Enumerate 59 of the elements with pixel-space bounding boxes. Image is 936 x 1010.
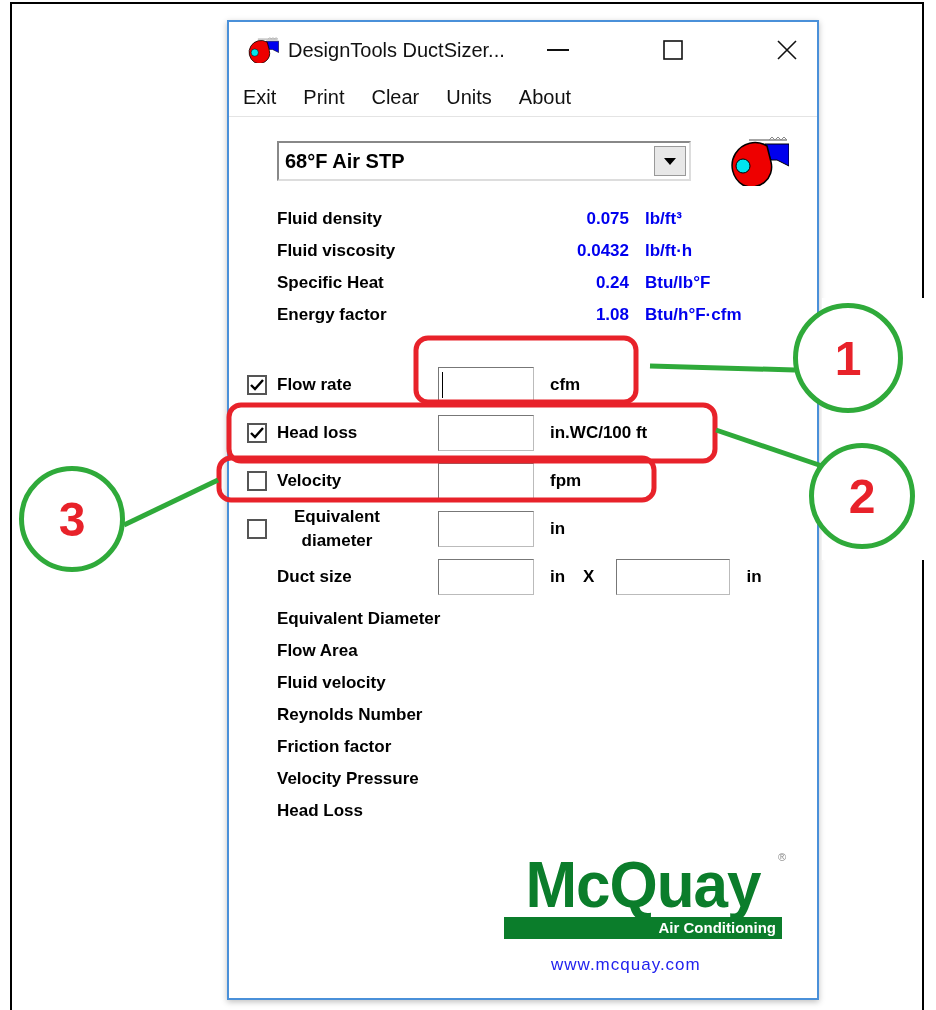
logo-text: McQuay — [524, 853, 762, 917]
logo-tagline: Air Conditioning — [504, 917, 782, 939]
field-label: Equivalent diameter — [293, 506, 381, 552]
website-link[interactable]: www.mcquay.com — [551, 955, 701, 974]
property-label: Fluid density — [277, 209, 383, 229]
field-label: Duct size — [277, 567, 353, 587]
result-label: Fluid velocity — [277, 673, 386, 693]
property-unit: lb/ft³ — [645, 209, 683, 229]
unit-label: in.WC/100 ft — [550, 423, 648, 443]
menu-item[interactable]: About — [518, 85, 572, 109]
result-label: Equivalent Diameter — [277, 609, 441, 629]
registered-mark: ® — [777, 851, 786, 863]
property-label: Energy factor — [277, 305, 388, 325]
window-title: DesignTools DuctSizer... — [288, 38, 506, 62]
minimize-icon[interactable] — [547, 48, 569, 52]
result-label: Friction factor — [277, 737, 392, 757]
close-icon[interactable] — [777, 40, 797, 60]
unit-label: cfm — [550, 375, 581, 395]
property-value: 1.08 — [594, 305, 629, 325]
unit-label: in — [550, 567, 566, 587]
field-label: Head loss — [277, 423, 359, 443]
property-unit: lb/ft·h — [645, 241, 694, 261]
menu-item[interactable]: Clear — [371, 85, 420, 109]
field-label: Velocity — [277, 471, 343, 491]
checkbox[interactable] — [247, 423, 267, 443]
input-field[interactable] — [438, 367, 534, 403]
callout-number: 1 — [834, 330, 862, 386]
property-value: 0.24 — [594, 273, 629, 293]
caret-icon — [664, 157, 676, 165]
callout-number: 2 — [848, 468, 876, 524]
menu-item[interactable]: Units — [446, 85, 492, 109]
field-label: Flow rate — [277, 375, 353, 395]
property-value: 0.0432 — [576, 241, 629, 261]
result-label: Flow Area — [277, 641, 358, 661]
input-field[interactable] — [616, 559, 731, 595]
maximize-icon[interactable] — [663, 40, 683, 60]
unit-label: in — [746, 567, 762, 587]
property-value: 0.075 — [585, 209, 629, 229]
property-label: Specific Heat — [277, 273, 385, 293]
fluid-dropdown[interactable]: 68°F Air STP — [277, 141, 691, 181]
result-label: Velocity Pressure — [277, 769, 419, 789]
input-field[interactable] — [438, 511, 534, 547]
menu-item[interactable]: Exit — [243, 85, 277, 109]
input-field[interactable] — [438, 415, 534, 451]
checkbox[interactable] — [247, 519, 267, 539]
property-label: Fluid viscosity — [277, 241, 397, 261]
times-sign: X — [583, 567, 595, 587]
result-label: Head Loss — [277, 801, 363, 821]
unit-label: in — [550, 519, 566, 539]
input-field[interactable] — [438, 463, 534, 499]
unit-label: fpm — [550, 471, 582, 491]
result-label: Reynolds Number — [277, 705, 423, 725]
input-field[interactable] — [438, 559, 534, 595]
checkbox[interactable] — [247, 471, 267, 491]
property-unit: Btu/lb°F — [645, 273, 712, 293]
property-unit: Btu/h°F·cfm — [645, 305, 743, 325]
checkbox[interactable] — [247, 375, 267, 395]
callout-number: 3 — [58, 491, 86, 547]
menu-item[interactable]: Print — [303, 85, 345, 109]
